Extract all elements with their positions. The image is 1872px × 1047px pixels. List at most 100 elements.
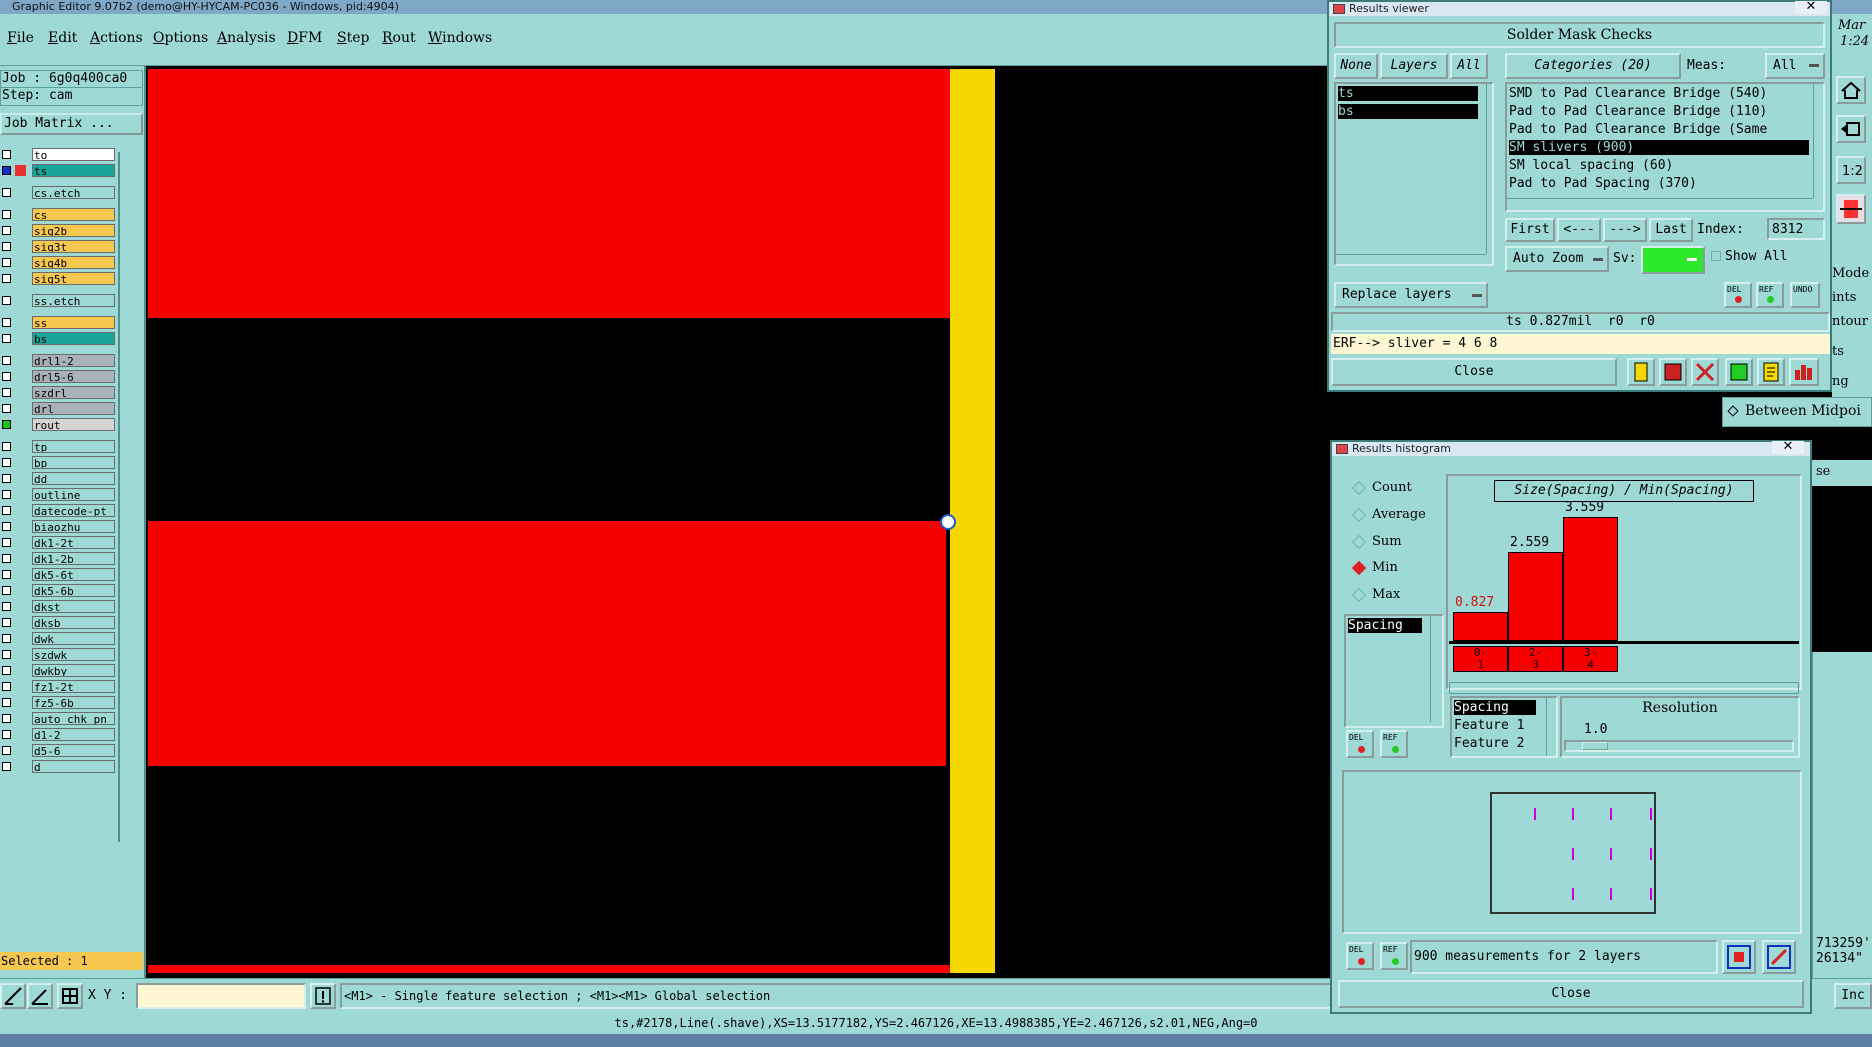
layer-checkbox[interactable] bbox=[2, 356, 11, 365]
layer-name[interactable]: dwkby bbox=[32, 664, 115, 677]
layer-row-cs.etch[interactable]: cs.etch bbox=[0, 185, 116, 200]
layer-row-datecode-pt[interactable]: datecode-pt bbox=[0, 503, 116, 518]
category-item[interactable]: SM slivers (900) bbox=[1509, 140, 1809, 155]
layer-row-to[interactable]: to bbox=[0, 147, 116, 162]
mode-min[interactable]: Min bbox=[1351, 560, 1398, 575]
layer-name[interactable]: dwk bbox=[32, 632, 115, 645]
list-item[interactable]: ts bbox=[1338, 86, 1478, 101]
cancel-measure-icon[interactable] bbox=[1691, 358, 1719, 386]
layer-name[interactable]: sig2b bbox=[32, 224, 115, 237]
layer-row-drl5-6[interactable]: drl5-6 bbox=[0, 369, 116, 384]
layer-checkbox[interactable] bbox=[2, 618, 11, 627]
prev-button[interactable]: <--- bbox=[1557, 218, 1601, 242]
layer-name[interactable]: auto_chk_pn bbox=[32, 712, 115, 725]
histogram-delete-icon[interactable]: DEL bbox=[1346, 730, 1374, 758]
layer-row-sig4b[interactable]: sig4b bbox=[0, 255, 116, 270]
layer-row-dwk[interactable]: dwk bbox=[0, 631, 116, 646]
layer-checkbox[interactable] bbox=[2, 746, 11, 755]
menu-options[interactable]: Options bbox=[153, 30, 208, 46]
layer-name[interactable]: datecode-pt bbox=[32, 504, 115, 517]
list-item[interactable]: Spacing bbox=[1348, 618, 1422, 633]
job-matrix-button[interactable]: Job Matrix ... bbox=[0, 113, 143, 135]
layer-name[interactable]: d bbox=[32, 760, 115, 773]
layer-checkbox[interactable] bbox=[2, 666, 11, 675]
layer-name[interactable]: sig4b bbox=[32, 256, 115, 269]
histogram-close-button[interactable]: Close bbox=[1338, 980, 1804, 1008]
layer-checkbox[interactable] bbox=[2, 682, 11, 691]
layer-row-dkst[interactable]: dkst bbox=[0, 599, 116, 614]
layer-checkbox[interactable] bbox=[2, 242, 11, 251]
layer-checkbox[interactable] bbox=[2, 586, 11, 595]
sv-color-dropdown[interactable] bbox=[1641, 246, 1705, 274]
layer-row-sig5t[interactable]: sig5t bbox=[0, 271, 116, 286]
layers-vscrollbar[interactable] bbox=[1486, 84, 1494, 254]
layer-row-dk1-2b[interactable]: dk1-2b bbox=[0, 551, 116, 566]
layer-row-dk5-6t[interactable]: dk5-6t bbox=[0, 567, 116, 582]
layer-row-bs[interactable]: bs bbox=[0, 331, 116, 346]
first-button[interactable]: First bbox=[1505, 218, 1555, 242]
layer-checkbox[interactable] bbox=[2, 274, 11, 283]
menu-edit[interactable]: Edit bbox=[48, 30, 77, 46]
zoom-to-fit-icon[interactable] bbox=[1722, 940, 1756, 974]
layer-name[interactable]: ss bbox=[32, 316, 115, 329]
menu-actions[interactable]: Actions bbox=[90, 30, 143, 46]
menu-step[interactable]: Step bbox=[337, 30, 369, 46]
layer-row-dd[interactable]: dd bbox=[0, 471, 116, 486]
layer-checkbox[interactable] bbox=[2, 634, 11, 643]
layer-checkbox[interactable] bbox=[2, 210, 11, 219]
layer-name[interactable]: to bbox=[32, 148, 115, 161]
layers-hscrollbar[interactable] bbox=[1336, 254, 1486, 264]
layer-checkbox[interactable] bbox=[2, 296, 11, 305]
feature-red-bottom[interactable] bbox=[148, 965, 950, 973]
layer-name[interactable]: ts bbox=[32, 164, 115, 177]
layer-name[interactable]: dd bbox=[32, 472, 115, 485]
list-item[interactable]: bs bbox=[1338, 104, 1478, 119]
layer-checkbox[interactable] bbox=[2, 730, 11, 739]
layer-name[interactable]: rout bbox=[32, 418, 115, 431]
histogram-reference-icon[interactable]: REF bbox=[1380, 730, 1408, 758]
feature-yellow-strip[interactable] bbox=[950, 69, 995, 973]
layer-checkbox[interactable] bbox=[2, 258, 11, 267]
layer-name[interactable]: szdrl bbox=[32, 386, 115, 399]
layer-name[interactable]: dk5-6t bbox=[32, 568, 115, 581]
category-hscrollbar[interactable] bbox=[1507, 198, 1813, 210]
none-button[interactable]: None bbox=[1334, 53, 1378, 79]
layer-row-tp[interactable]: tp bbox=[0, 439, 116, 454]
layer-checkbox[interactable] bbox=[2, 554, 11, 563]
layer-row-d1-2[interactable]: d1-2 bbox=[0, 727, 116, 742]
grid-icon[interactable] bbox=[57, 983, 83, 1009]
feature-red-middle[interactable] bbox=[148, 521, 946, 766]
field-feature-1[interactable]: Feature 1 bbox=[1454, 718, 1524, 733]
layer-name[interactable]: cs bbox=[32, 208, 115, 221]
zoom-home-icon[interactable] bbox=[1762, 940, 1796, 974]
layer-checkbox[interactable] bbox=[2, 226, 11, 235]
layer-row-biaozhu[interactable]: biaozhu bbox=[0, 519, 116, 534]
show-all-checkbox[interactable] bbox=[1711, 251, 1721, 261]
categories-button[interactable]: Categories (20) bbox=[1505, 53, 1681, 79]
measure-list-vscrollbar[interactable] bbox=[1430, 616, 1440, 722]
menu-rout[interactable]: Rout bbox=[382, 30, 416, 46]
histogram-bar-0-1[interactable] bbox=[1453, 612, 1508, 641]
layer-row-szdwk[interactable]: szdwk bbox=[0, 647, 116, 662]
layer-row-fz5-6b[interactable]: fz5-6b bbox=[0, 695, 116, 710]
layer-name[interactable]: dk5-6b bbox=[32, 584, 115, 597]
layer-checkbox[interactable] bbox=[2, 650, 11, 659]
histogram-bar-3-4[interactable] bbox=[1563, 517, 1618, 641]
results-close-button[interactable]: Close bbox=[1331, 358, 1617, 386]
layer-row-dk5-6b[interactable]: dk5-6b bbox=[0, 583, 116, 598]
right-partial-button[interactable]: se bbox=[1812, 460, 1872, 486]
field-feature-2[interactable]: Feature 2 bbox=[1454, 736, 1524, 751]
category-item[interactable]: SMD to Pad Clearance Bridge (540) bbox=[1509, 86, 1809, 101]
layer-name[interactable]: drl bbox=[32, 402, 115, 415]
layer-row-rout[interactable]: rout bbox=[0, 417, 116, 432]
index-input[interactable] bbox=[1767, 218, 1825, 240]
layer-name[interactable]: d5-6 bbox=[32, 744, 115, 757]
field-spacing[interactable]: Spacing bbox=[1454, 700, 1536, 715]
layer-checkbox[interactable] bbox=[2, 334, 11, 343]
layer-row-sig2b[interactable]: sig2b bbox=[0, 223, 116, 238]
summary-delete-icon[interactable]: DEL bbox=[1346, 942, 1374, 970]
layer-row-dk1-2t[interactable]: dk1-2t bbox=[0, 535, 116, 550]
report-icon[interactable] bbox=[1659, 358, 1687, 386]
layer-checkbox[interactable] bbox=[2, 538, 11, 547]
layer-checkbox[interactable] bbox=[2, 404, 11, 413]
